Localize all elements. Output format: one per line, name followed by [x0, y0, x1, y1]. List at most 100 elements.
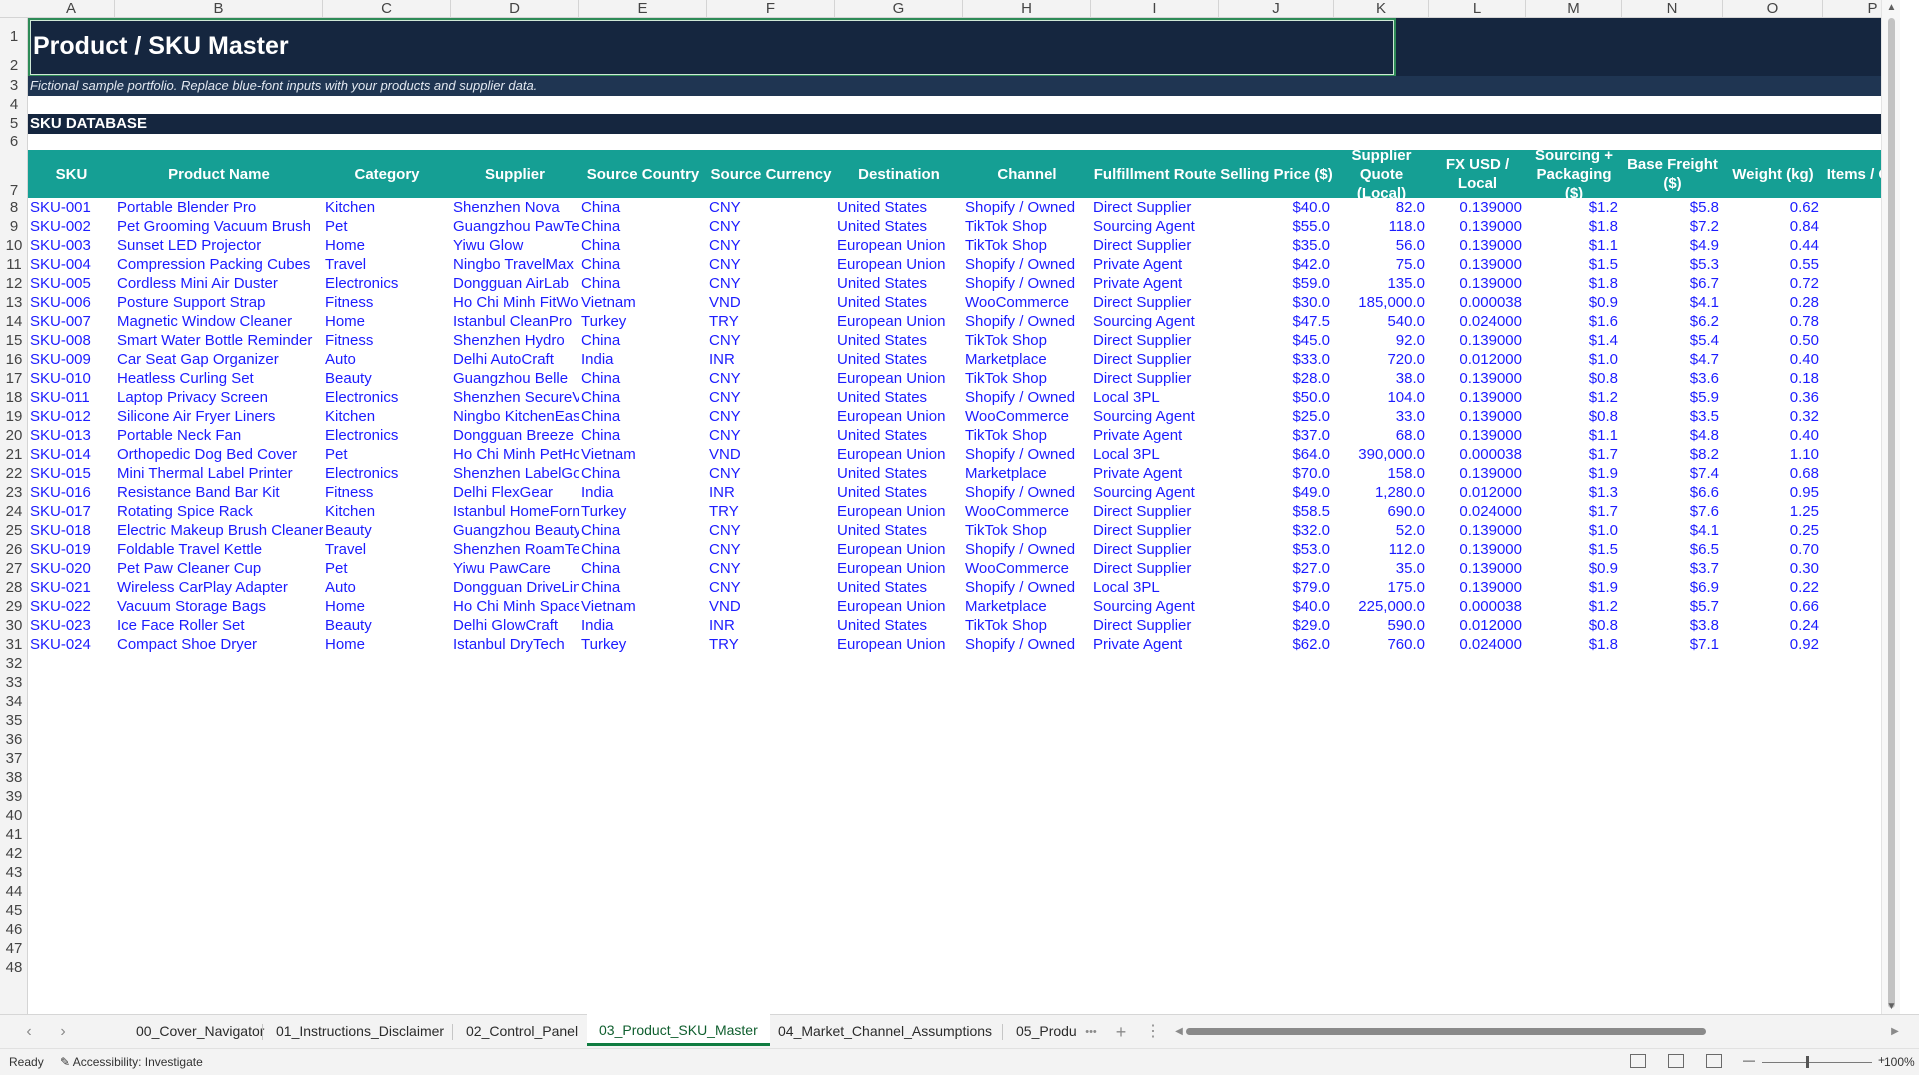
row-header-18[interactable]: 18: [0, 388, 28, 407]
table-cell[interactable]: Fitness: [323, 483, 451, 502]
row-header-21[interactable]: 21: [0, 445, 28, 464]
column-header-c[interactable]: C: [323, 0, 451, 18]
table-cell[interactable]: China: [579, 217, 707, 236]
table-cell[interactable]: TikTok Shop: [963, 217, 1091, 236]
table-cell[interactable]: SKU-006: [28, 293, 115, 312]
sheet-tab[interactable]: 02_Control_Panel: [454, 1015, 590, 1047]
row-header-9[interactable]: 9: [0, 217, 28, 236]
vertical-scrollbar[interactable]: ▲ ▼: [1881, 0, 1900, 1014]
hscroll-right-icon[interactable]: ▶: [1884, 1022, 1906, 1042]
column-header-j[interactable]: J: [1219, 0, 1334, 18]
table-cell[interactable]: United States: [835, 464, 963, 483]
table-cell[interactable]: Direct Supplier: [1091, 198, 1219, 217]
table-cell[interactable]: Turkey: [579, 312, 707, 331]
row-header-30[interactable]: 30: [0, 616, 28, 635]
table-cell[interactable]: Shopify / Owned: [963, 483, 1091, 502]
table-cell[interactable]: 68.0: [1334, 426, 1429, 445]
table-cell[interactable]: Home: [323, 635, 451, 654]
table-cell[interactable]: United States: [835, 350, 963, 369]
table-cell[interactable]: SKU-021: [28, 578, 115, 597]
table-cell[interactable]: 0.000038: [1429, 597, 1526, 616]
table-cell[interactable]: $1.7: [1526, 445, 1622, 464]
table-cell[interactable]: 0.139000: [1429, 236, 1526, 255]
table-cell[interactable]: 104.0: [1334, 388, 1429, 407]
table-cell[interactable]: Electronics: [323, 388, 451, 407]
table-cell[interactable]: European Union: [835, 559, 963, 578]
table-cell[interactable]: $1.8: [1526, 217, 1622, 236]
table-cell[interactable]: Compression Packing Cubes: [115, 255, 323, 274]
table-cell[interactable]: SKU-012: [28, 407, 115, 426]
scroll-up-icon[interactable]: ▲: [1882, 2, 1900, 13]
table-cell[interactable]: Portable Neck Fan: [115, 426, 323, 445]
row-header-34[interactable]: 34: [0, 692, 28, 711]
table-cell[interactable]: $1.8: [1526, 635, 1622, 654]
table-cell[interactable]: Yiwu PawCare: [451, 559, 579, 578]
table-cell[interactable]: Pet Paw Cleaner Cup: [115, 559, 323, 578]
table-cell[interactable]: 0.36: [1723, 388, 1823, 407]
table-cell[interactable]: $5.4: [1622, 331, 1723, 350]
table-cell[interactable]: 390,000.0: [1334, 445, 1429, 464]
table-cell[interactable]: $1.8: [1526, 274, 1622, 293]
sheet-tab[interactable]: 04_Market_Channel_Assumptions: [766, 1015, 1004, 1047]
table-cell[interactable]: TRY: [707, 312, 835, 331]
table-cell[interactable]: China: [579, 407, 707, 426]
row-header-23[interactable]: 23: [0, 483, 28, 502]
table-cell[interactable]: Shopify / Owned: [963, 578, 1091, 597]
table-cell[interactable]: $62.0: [1219, 635, 1334, 654]
table-cell[interactable]: Delhi GlowCraft: [451, 616, 579, 635]
table-cell[interactable]: Portable Blender Pro: [115, 198, 323, 217]
table-cell[interactable]: SKU-016: [28, 483, 115, 502]
table-cell[interactable]: Turkey: [579, 502, 707, 521]
table-cell[interactable]: $4.9: [1622, 236, 1723, 255]
column-header-e[interactable]: E: [579, 0, 707, 18]
table-cell[interactable]: $4.7: [1622, 350, 1723, 369]
table-cell[interactable]: 0.139000: [1429, 464, 1526, 483]
table-cell[interactable]: Shopify / Owned: [963, 312, 1091, 331]
table-cell[interactable]: 185,000.0: [1334, 293, 1429, 312]
row-header-41[interactable]: 41: [0, 825, 28, 844]
table-cell[interactable]: China: [579, 521, 707, 540]
table-cell[interactable]: 112.0: [1334, 540, 1429, 559]
sheet-tab[interactable]: 05_Produ: [1004, 1015, 1089, 1047]
table-cell[interactable]: Guangzhou Belle: [451, 369, 579, 388]
sheet-menu-icon[interactable]: ⋮: [1142, 1022, 1164, 1042]
table-cell[interactable]: 0.139000: [1429, 217, 1526, 236]
table-cell[interactable]: Sunset LED Projector: [115, 236, 323, 255]
table-cell[interactable]: Electronics: [323, 274, 451, 293]
table-cell[interactable]: VND: [707, 597, 835, 616]
table-cell[interactable]: Beauty: [323, 521, 451, 540]
table-cell[interactable]: CNY: [707, 274, 835, 293]
table-cell[interactable]: Ice Face Roller Set: [115, 616, 323, 635]
table-cell[interactable]: Direct Supplier: [1091, 331, 1219, 350]
table-cell[interactable]: WooCommerce: [963, 502, 1091, 521]
table-cell[interactable]: United States: [835, 293, 963, 312]
table-cell[interactable]: United States: [835, 331, 963, 350]
table-cell[interactable]: SKU-003: [28, 236, 115, 255]
table-cell[interactable]: United States: [835, 388, 963, 407]
table-cell[interactable]: CNY: [707, 464, 835, 483]
sheet-tab[interactable]: 00_Cover_Navigator: [124, 1015, 276, 1047]
table-cell[interactable]: TikTok Shop: [963, 236, 1091, 255]
table-cell[interactable]: India: [579, 350, 707, 369]
table-cell[interactable]: CNY: [707, 559, 835, 578]
table-cell[interactable]: Direct Supplier: [1091, 559, 1219, 578]
zoom-out-button[interactable]: —: [1743, 1053, 1755, 1067]
table-cell[interactable]: $53.0: [1219, 540, 1334, 559]
table-cell[interactable]: Pet: [323, 217, 451, 236]
row-header-14[interactable]: 14: [0, 312, 28, 331]
table-cell[interactable]: Foldable Travel Kettle: [115, 540, 323, 559]
table-cell[interactable]: $3.5: [1622, 407, 1723, 426]
table-cell[interactable]: United States: [835, 198, 963, 217]
table-cell[interactable]: Private Agent: [1091, 274, 1219, 293]
table-cell[interactable]: $79.0: [1219, 578, 1334, 597]
table-cell[interactable]: Ho Chi Minh FitWor: [451, 293, 579, 312]
table-cell[interactable]: 0.18: [1723, 369, 1823, 388]
row-header-24[interactable]: 24: [0, 502, 28, 521]
horizontal-scroll-thumb[interactable]: [1186, 1028, 1706, 1035]
table-cell[interactable]: $6.9: [1622, 578, 1723, 597]
table-cell[interactable]: 82.0: [1334, 198, 1429, 217]
row-header-19[interactable]: 19: [0, 407, 28, 426]
table-cell[interactable]: 52.0: [1334, 521, 1429, 540]
tab-prev-icon[interactable]: ‹: [18, 1022, 40, 1042]
row-header-28[interactable]: 28: [0, 578, 28, 597]
